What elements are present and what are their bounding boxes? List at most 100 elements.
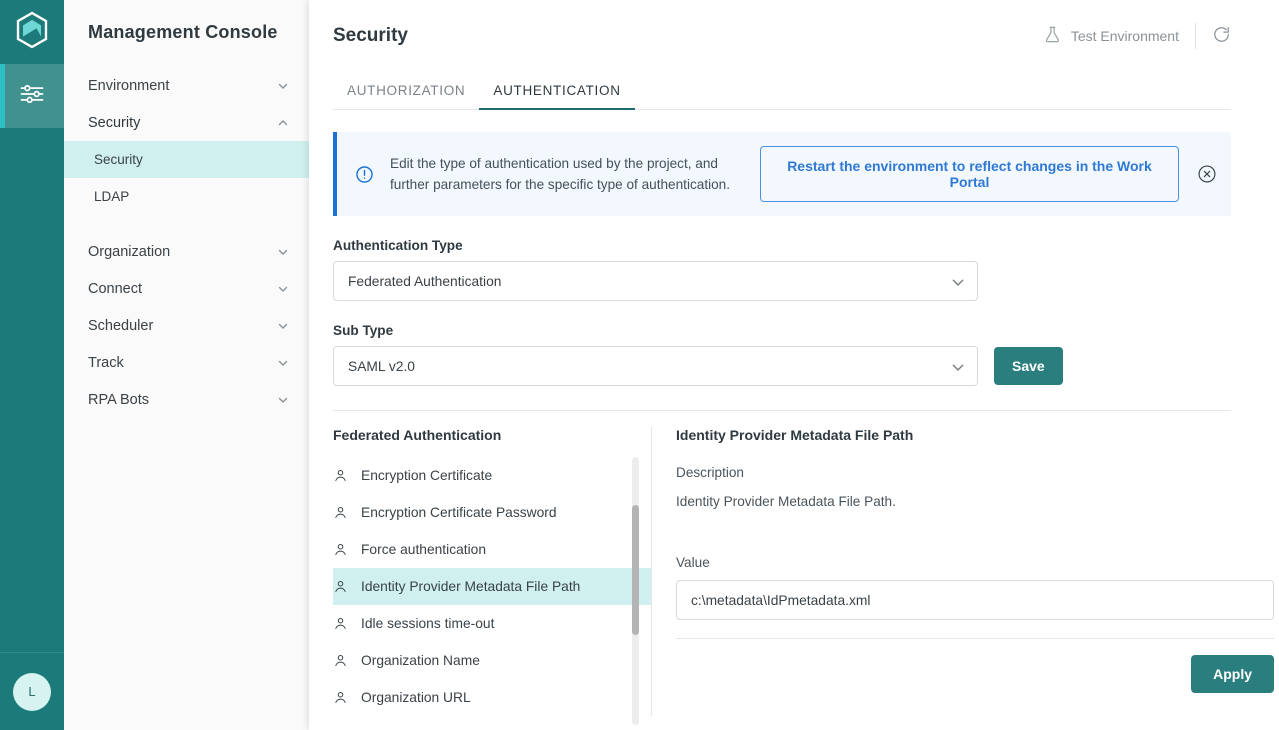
value-label: Value (676, 555, 710, 570)
user-icon (333, 468, 349, 483)
chevron-down-icon (951, 360, 964, 372)
apply-button[interactable]: Apply (1191, 655, 1274, 693)
apply-row: Apply (676, 638, 1274, 693)
user-area[interactable]: L (0, 652, 64, 730)
auth-type-row: Federated Authentication (333, 261, 1231, 301)
user-icon (333, 690, 349, 705)
list-item-selected[interactable]: Identity Provider Metadata File Path (333, 568, 651, 605)
list-item[interactable]: Idle sessions time-out (333, 605, 651, 642)
header-actions: Test Environment (1043, 23, 1231, 49)
options-list: Encryption Certificate Encryption Certif… (333, 457, 651, 725)
icon-rail: L (0, 0, 64, 730)
app-logo[interactable] (0, 0, 64, 64)
detail-title: Identity Provider Metadata File Path (676, 427, 914, 443)
settings-panes: Federated Authentication Encryption Cert… (333, 427, 1274, 725)
user-icon (333, 542, 349, 557)
user-icon (333, 579, 349, 594)
sidebar-item-rpa-bots[interactable]: RPA Bots (64, 381, 309, 418)
list-item-label: Organization Name (361, 653, 480, 668)
list-item[interactable]: Organization Name (333, 642, 651, 679)
user-icon (333, 616, 349, 631)
sidebar-item-label: Organization (88, 243, 171, 260)
banner-actions: Restart the environment to reflect chang… (760, 146, 1217, 202)
tab-label: AUTHORIZATION (347, 83, 466, 98)
sidebar-item-security[interactable]: Security (64, 104, 309, 141)
sidebar-item-track[interactable]: Track (64, 344, 309, 381)
options-pane-heading: Federated Authentication (333, 427, 502, 443)
sidebar-item-connect[interactable]: Connect (64, 270, 309, 307)
options-scrollbar[interactable] (632, 457, 639, 725)
tab-bar: AUTHORIZATION AUTHENTICATION (333, 72, 1231, 110)
chevron-up-icon (277, 117, 289, 129)
main-content: Security Test Environment AUTHORIZATION … (309, 0, 1279, 730)
chevron-down-icon (951, 275, 964, 287)
sidebar-subitem-security[interactable]: Security (64, 141, 309, 178)
list-item-label: Encryption Certificate Password (361, 505, 557, 520)
sidebar-item-label: Track (88, 354, 124, 371)
sidebar-subitem-label: Security (94, 152, 143, 167)
auth-type-select[interactable]: Federated Authentication (333, 261, 978, 301)
description-label: Description (676, 465, 744, 480)
sub-type-label: Sub Type (333, 323, 394, 338)
sliders-icon (18, 80, 46, 113)
sub-type-select[interactable]: SAML v2.0 (333, 346, 978, 386)
sidebar-item-environment[interactable]: Environment (64, 67, 309, 104)
sub-type-row: SAML v2.0 Save (333, 346, 1231, 386)
sidebar-item-label: Connect (88, 280, 143, 297)
environment-label: Test Environment (1070, 28, 1179, 44)
list-item-label: Idle sessions time-out (361, 616, 495, 631)
sidebar-subitem-label: LDAP (94, 189, 130, 204)
auth-type-value: Federated Authentication (348, 273, 502, 289)
sidebar-item-organization[interactable]: Organization (64, 233, 309, 270)
sidebar-item-scheduler[interactable]: Scheduler (64, 307, 309, 344)
restart-environment-button[interactable]: Restart the environment to reflect chang… (760, 146, 1179, 202)
refresh-button[interactable] (1212, 25, 1231, 47)
close-circle-icon[interactable] (1197, 164, 1217, 184)
sidebar-item-label: Security (88, 114, 141, 131)
environment-indicator[interactable]: Test Environment (1043, 25, 1179, 47)
chevron-down-icon (277, 394, 289, 406)
settings-rail-item[interactable] (0, 64, 64, 128)
tab-authorization[interactable]: AUTHORIZATION (333, 83, 479, 109)
header-divider (1195, 23, 1196, 49)
tab-authentication[interactable]: AUTHENTICATION (479, 83, 635, 110)
sub-type-value: SAML v2.0 (348, 358, 415, 374)
sidebar-item-label: RPA Bots (88, 391, 149, 408)
chevron-down-icon (277, 246, 289, 258)
list-item-label: Identity Provider Metadata File Path (361, 579, 581, 594)
list-item[interactable]: Encryption Certificate (333, 457, 651, 494)
detail-pane: Identity Provider Metadata File Path Des… (652, 427, 1274, 716)
value-input[interactable] (676, 580, 1274, 620)
avatar[interactable]: L (13, 672, 51, 711)
list-item[interactable]: Organization URL (333, 679, 651, 716)
sidebar-nav: Environment Security Security LDAP Organ… (64, 67, 309, 418)
chevron-down-icon (277, 357, 289, 369)
sidebar-item-label: Environment (88, 77, 170, 94)
info-exclamation-icon (355, 165, 374, 184)
console-title: Management Console (88, 22, 278, 42)
hexagon-logo-icon (15, 11, 49, 54)
content-header: Security Test Environment (333, 0, 1231, 72)
banner-text: Edit the type of authentication used by … (390, 156, 731, 192)
page-title: Security (333, 25, 408, 46)
save-button[interactable]: Save (994, 347, 1063, 385)
list-item[interactable]: Encryption Certificate Password (333, 494, 651, 531)
info-banner: Edit the type of authentication used by … (333, 132, 1231, 216)
sidebar-subitem-ldap[interactable]: LDAP (64, 178, 309, 215)
chevron-down-icon (277, 320, 289, 332)
tab-label: AUTHENTICATION (493, 83, 621, 98)
app-root: L Management Console Environment Securit… (0, 0, 1279, 730)
options-pane: Federated Authentication Encryption Cert… (333, 427, 651, 725)
list-item[interactable]: Force authentication (333, 531, 651, 568)
auth-type-label: Authentication Type (333, 238, 463, 253)
description-text: Identity Provider Metadata File Path. (676, 494, 896, 509)
sidebar: Management Console Environment Security … (64, 0, 309, 730)
list-item-label: Organization URL (361, 690, 471, 705)
list-item-label: Encryption Certificate (361, 468, 493, 483)
refresh-icon (1212, 25, 1231, 47)
sidebar-item-label: Scheduler (88, 317, 154, 334)
options-scrollbar-thumb[interactable] (632, 505, 639, 635)
section-divider (333, 410, 1231, 411)
chevron-down-icon (277, 283, 289, 295)
flask-icon (1043, 25, 1062, 47)
